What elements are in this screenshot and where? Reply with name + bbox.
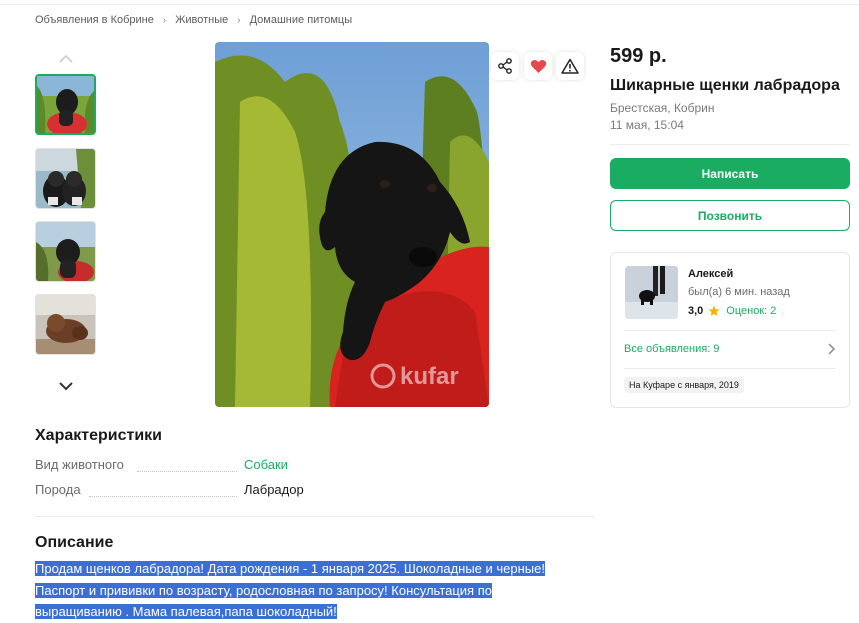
share-button[interactable] xyxy=(491,52,519,80)
listing-location: Брестская, Кобрин xyxy=(610,101,715,115)
characteristics-heading: Характеристики xyxy=(35,427,163,444)
report-button[interactable] xyxy=(556,52,584,80)
divider xyxy=(610,144,850,145)
chevron-down-icon[interactable] xyxy=(35,380,96,394)
dotted-leader xyxy=(89,495,237,497)
description-text: Продам щенков лабрадора! Дата рождения -… xyxy=(35,558,575,623)
characteristic-label: Вид животного xyxy=(35,457,124,472)
all-ads-label: Все объявления: 9 xyxy=(624,343,720,355)
listing-title: Шикарные щенки лабрадора xyxy=(610,77,840,94)
heart-icon xyxy=(530,59,546,73)
section-divider xyxy=(35,516,595,517)
share-icon xyxy=(498,58,512,74)
main-photo[interactable]: kufar xyxy=(215,42,489,407)
description-line: выращиванию . Мама палевая,папа шоколадн… xyxy=(35,604,337,619)
rating-value: 3,0 xyxy=(688,305,704,317)
favorite-button[interactable] xyxy=(524,52,552,80)
member-since-badge: На Куфаре с января, 2019 xyxy=(624,377,744,393)
chevron-right-icon: › xyxy=(237,14,241,26)
breadcrumb-item-city[interactable]: Объявления в Кобрине xyxy=(35,14,154,26)
listing-price: 599 р. xyxy=(610,45,667,67)
thumbnail-4[interactable] xyxy=(35,294,96,355)
breadcrumb-item-pets[interactable]: Домашние питомцы xyxy=(250,14,353,26)
description-line: Паспорт и прививки по возрасту, родослов… xyxy=(35,582,492,598)
thumbnail-3[interactable] xyxy=(35,221,96,282)
description-heading: Описание xyxy=(35,534,114,551)
write-button[interactable]: Написать xyxy=(610,158,850,189)
seller-name[interactable]: Алексей xyxy=(688,268,733,280)
reviews-link[interactable]: Оценок: 2 xyxy=(726,305,776,317)
characteristic-value: Лабрадор xyxy=(244,482,304,497)
star-icon xyxy=(708,305,720,316)
warning-icon xyxy=(561,58,579,74)
characteristic-value-link[interactable]: Собаки xyxy=(244,457,288,472)
seller-card: Алексей был(а) 6 мин. назад 3,0 Оценок: … xyxy=(610,252,850,408)
avatar[interactable] xyxy=(625,266,678,319)
chevron-up-icon[interactable] xyxy=(35,52,96,66)
listing-date: 11 мая, 15:04 xyxy=(610,118,684,132)
breadcrumb-item-animals[interactable]: Животные xyxy=(175,14,228,26)
header-divider xyxy=(0,0,859,5)
chevron-right-icon: › xyxy=(162,14,167,26)
call-button[interactable]: Позвонить xyxy=(610,200,850,231)
all-ads-link[interactable]: Все объявления: 9 xyxy=(624,343,836,355)
thumbnail-2[interactable] xyxy=(35,148,96,209)
divider xyxy=(624,330,836,331)
seller-last-seen: был(а) 6 мин. назад xyxy=(688,286,790,298)
dotted-leader xyxy=(137,470,237,472)
seller-rating: 3,0 Оценок: 2 xyxy=(688,305,776,317)
watermark-text: kufar xyxy=(400,363,459,390)
description-line: Продам щенков лабрадора! Дата рождения -… xyxy=(35,561,545,576)
thumbnail-1[interactable] xyxy=(35,74,96,135)
chevron-right-icon xyxy=(828,343,836,355)
divider xyxy=(624,368,836,369)
breadcrumb: Объявления в Кобрине › Животные › Домашн… xyxy=(35,14,352,26)
characteristic-label: Порода xyxy=(35,482,81,497)
